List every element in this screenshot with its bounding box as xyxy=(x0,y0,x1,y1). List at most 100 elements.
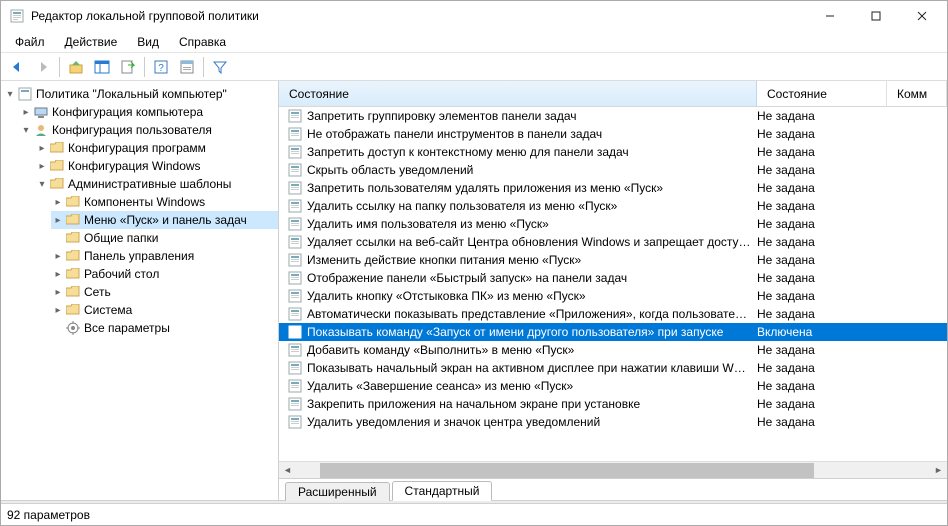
up-button[interactable] xyxy=(64,55,88,79)
close-button[interactable] xyxy=(899,1,945,31)
tree-shared-folders[interactable]: Общие папки xyxy=(51,229,278,247)
policy-item-icon xyxy=(287,288,303,304)
list-item-comment: . xyxy=(887,271,947,285)
tree-windows-components[interactable]: ▸ Компоненты Windows xyxy=(51,193,278,211)
menu-action[interactable]: Действие xyxy=(55,33,128,51)
chevron-down-icon[interactable]: ▾ xyxy=(19,125,33,136)
menu-view[interactable]: Вид xyxy=(127,33,169,51)
tree-all-settings[interactable]: Все параметры xyxy=(51,319,278,337)
chevron-down-icon[interactable]: ▾ xyxy=(3,89,17,100)
properties-button[interactable] xyxy=(175,55,199,79)
list-item[interactable]: Не отображать панели инструментов в пане… xyxy=(279,125,947,143)
tree-windows-settings[interactable]: ▸ Конфигурация Windows xyxy=(35,157,278,175)
list-item-name: Автоматически показывать представление «… xyxy=(307,307,757,321)
list-item-name: Запретить доступ к контекстному меню для… xyxy=(307,145,757,159)
chevron-right-icon[interactable]: ▸ xyxy=(51,197,65,208)
list-item[interactable]: Добавить команду «Выполнить» в меню «Пус… xyxy=(279,341,947,359)
list-item-name: Удалить ссылку на папку пользователя из … xyxy=(307,199,757,213)
list-item-name: Показывать команду «Запуск от имени друг… xyxy=(307,325,757,339)
folder-icon xyxy=(65,230,81,246)
list-item-name: Запретить группировку элементов панели з… xyxy=(307,109,757,123)
minimize-button[interactable] xyxy=(807,1,853,31)
menu-help[interactable]: Справка xyxy=(169,33,236,51)
forward-button[interactable] xyxy=(31,55,55,79)
menu-file[interactable]: Файл xyxy=(5,33,55,51)
column-header-state[interactable]: Состояние xyxy=(757,81,887,106)
folder-icon xyxy=(49,140,65,156)
tree-label: Конфигурация пользователя xyxy=(52,123,212,137)
tree-desktop[interactable]: ▸ Рабочий стол xyxy=(51,265,278,283)
list-item-state: Не задана xyxy=(757,235,887,249)
chevron-right-icon[interactable]: ▸ xyxy=(35,161,49,172)
list-item-comment: . xyxy=(887,199,947,213)
list-item[interactable]: Удалить кнопку «Отстыковка ПК» из меню «… xyxy=(279,287,947,305)
scroll-left-icon[interactable]: ◄ xyxy=(279,462,296,479)
toolbar: ? xyxy=(1,53,947,81)
list-item[interactable]: Удалить имя пользователя из меню «Пуск»Н… xyxy=(279,215,947,233)
app-icon xyxy=(9,8,25,24)
tree-pane[interactable]: ▾ Политика "Локальный компьютер" ▸ Конфи… xyxy=(1,81,279,500)
maximize-button[interactable] xyxy=(853,1,899,31)
chevron-right-icon[interactable]: ▸ xyxy=(35,143,49,154)
tree-user-config[interactable]: ▾ Конфигурация пользователя xyxy=(19,121,278,139)
chevron-right-icon[interactable]: ▸ xyxy=(51,251,65,262)
policy-item-icon xyxy=(287,162,303,178)
list-item[interactable]: Закрепить приложения на начальном экране… xyxy=(279,395,947,413)
list-item-state: Не задана xyxy=(757,109,887,123)
tree-network[interactable]: ▸ Сеть xyxy=(51,283,278,301)
policy-icon xyxy=(17,86,33,102)
list-item[interactable]: Показывать начальный экран на активном д… xyxy=(279,359,947,377)
tree-root[interactable]: ▾ Политика "Локальный компьютер" xyxy=(3,85,278,103)
chevron-right-icon[interactable]: ▸ xyxy=(51,215,65,226)
chevron-right-icon[interactable]: ▸ xyxy=(51,287,65,298)
tree-label: Общие папки xyxy=(84,231,158,245)
list-item[interactable]: Скрыть область уведомленийНе задана. xyxy=(279,161,947,179)
tab-extended[interactable]: Расширенный xyxy=(285,482,390,501)
list-item-state: Не задана xyxy=(757,289,887,303)
window-root: Редактор локальной групповой политики Фа… xyxy=(0,0,948,526)
list-item[interactable]: Удалить уведомления и значок центра увед… xyxy=(279,413,947,431)
tree-start-menu[interactable]: ▸ Меню «Пуск» и панель задач xyxy=(51,211,278,229)
policy-item-icon xyxy=(287,324,303,340)
list-item[interactable]: Показывать команду «Запуск от имени друг… xyxy=(279,323,947,341)
chevron-right-icon[interactable]: ▸ xyxy=(19,107,33,118)
scroll-thumb[interactable] xyxy=(320,463,814,478)
policy-item-icon xyxy=(287,234,303,250)
column-header-comment[interactable]: Комм xyxy=(887,81,947,106)
tab-standard[interactable]: Стандартный xyxy=(392,481,493,501)
column-header-name[interactable]: Состояние xyxy=(279,81,757,106)
chevron-down-icon[interactable]: ▾ xyxy=(35,179,49,190)
back-button[interactable] xyxy=(5,55,29,79)
list-item[interactable]: Удалить ссылку на папку пользователя из … xyxy=(279,197,947,215)
list-item-comment: . xyxy=(887,217,947,231)
list-item[interactable]: Автоматически показывать представление «… xyxy=(279,305,947,323)
list-item-comment: . xyxy=(887,415,947,429)
list-item[interactable]: Отображение панели «Быстрый запуск» на п… xyxy=(279,269,947,287)
tree-admin-templates[interactable]: ▾ Административные шаблоны xyxy=(35,175,278,193)
list-item-comment: . xyxy=(887,181,947,195)
list-item[interactable]: Изменить действие кнопки питания меню «П… xyxy=(279,251,947,269)
tree-computer-config[interactable]: ▸ Конфигурация компьютера xyxy=(19,103,278,121)
folder-icon xyxy=(65,248,81,264)
separator xyxy=(59,57,60,77)
list-item[interactable]: Запретить пользователям удалять приложен… xyxy=(279,179,947,197)
tree-system[interactable]: ▸ Система xyxy=(51,301,278,319)
horizontal-scrollbar[interactable]: ◄ ► xyxy=(279,461,947,478)
tree-control-panel[interactable]: ▸ Панель управления xyxy=(51,247,278,265)
export-button[interactable] xyxy=(116,55,140,79)
policy-item-icon xyxy=(287,144,303,160)
list-item[interactable]: Запретить группировку элементов панели з… xyxy=(279,107,947,125)
list-item-name: Удалить уведомления и значок центра увед… xyxy=(307,415,757,429)
show-hide-tree-button[interactable] xyxy=(90,55,114,79)
tree-software-settings[interactable]: ▸ Конфигурация программ xyxy=(35,139,278,157)
list-item[interactable]: Удалить «Завершение сеанса» из меню «Пус… xyxy=(279,377,947,395)
scroll-right-icon[interactable]: ► xyxy=(930,462,947,479)
list-item-name: Удалить «Завершение сеанса» из меню «Пус… xyxy=(307,379,757,393)
chevron-right-icon[interactable]: ▸ xyxy=(51,269,65,280)
chevron-right-icon[interactable]: ▸ xyxy=(51,305,65,316)
list-item-comment: . xyxy=(887,127,947,141)
filter-button[interactable] xyxy=(208,55,232,79)
help-button[interactable]: ? xyxy=(149,55,173,79)
list-item[interactable]: Удаляет ссылки на веб-сайт Центра обновл… xyxy=(279,233,947,251)
list-item[interactable]: Запретить доступ к контекстному меню для… xyxy=(279,143,947,161)
